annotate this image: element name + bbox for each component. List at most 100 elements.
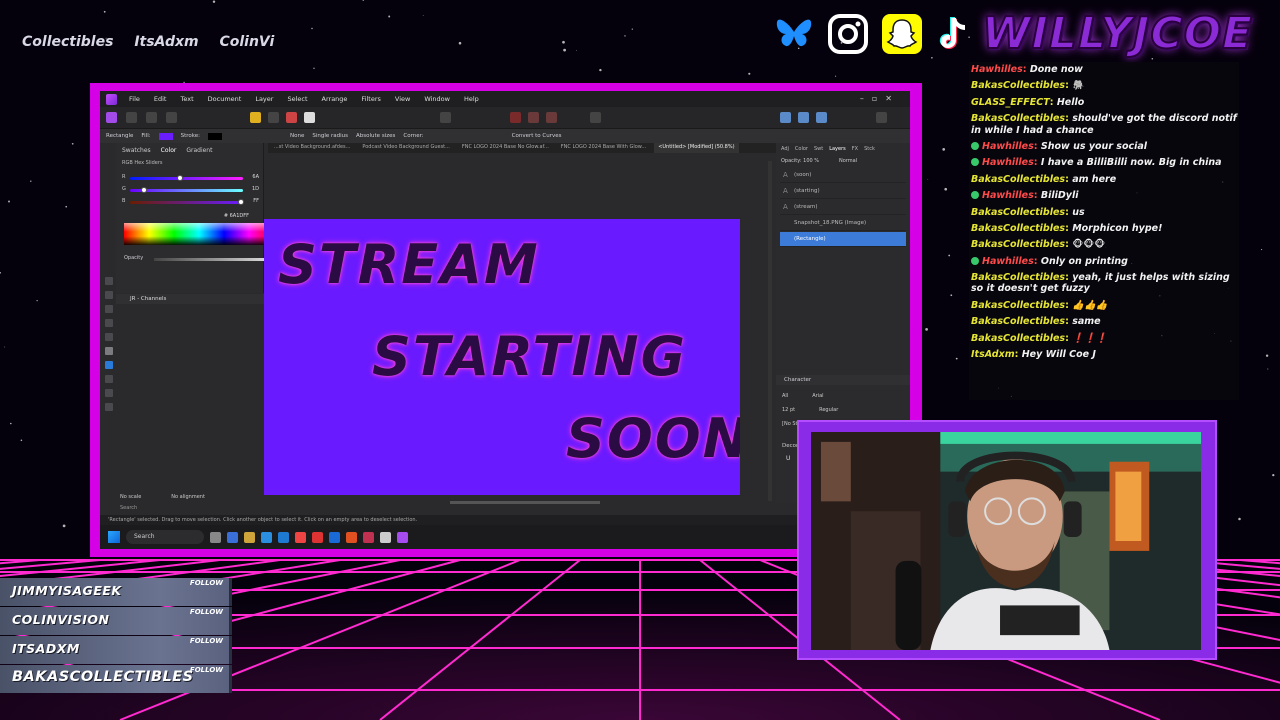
- layer-item[interactable]: A (starting): [780, 184, 906, 199]
- app-icon[interactable]: [329, 531, 340, 543]
- boolean-icon[interactable]: [510, 112, 521, 123]
- menu-select[interactable]: Select: [287, 95, 307, 103]
- canvas-area[interactable]: STREAM STARTING SOON: [264, 153, 764, 503]
- blend-mode-select[interactable]: Normal: [839, 158, 857, 164]
- zoom-tool-icon[interactable]: [105, 403, 113, 411]
- assistant-icon[interactable]: [780, 112, 791, 123]
- font-scope-select[interactable]: All: [782, 393, 788, 399]
- artboard-text-soon[interactable]: SOON: [566, 407, 740, 470]
- subtract-icon[interactable]: [528, 112, 539, 123]
- move-tool-icon[interactable]: [105, 277, 113, 285]
- menu-file[interactable]: File: [129, 95, 140, 103]
- panel-search-input[interactable]: Search: [120, 505, 137, 511]
- tab-layers[interactable]: Layers: [829, 146, 846, 152]
- windows-start-icon[interactable]: [108, 531, 120, 543]
- chrome-icon[interactable]: [295, 531, 306, 543]
- view-icon[interactable]: [798, 112, 809, 123]
- menu-text[interactable]: Text: [180, 95, 193, 103]
- scale-select[interactable]: No scale: [120, 494, 141, 500]
- app-icon[interactable]: [363, 531, 374, 543]
- corner-label[interactable]: Corner:: [403, 133, 423, 139]
- font-weight-select[interactable]: Regular: [819, 407, 838, 413]
- menu-arrange[interactable]: Arrange: [322, 95, 348, 103]
- media-app-icon[interactable]: [312, 531, 323, 543]
- tab-swatches[interactable]: Swatches: [122, 147, 151, 154]
- menu-filters[interactable]: Filters: [361, 95, 380, 103]
- pen-tool-icon[interactable]: [105, 305, 113, 313]
- slider-knob[interactable]: [238, 199, 245, 205]
- layer-opacity[interactable]: Opacity: 100 %: [781, 158, 819, 164]
- rectangle-tool-icon[interactable]: [105, 361, 113, 369]
- pencil-tool-icon[interactable]: [105, 319, 113, 327]
- file-explorer-icon[interactable]: [244, 531, 255, 543]
- red-slider[interactable]: R 6A: [122, 174, 259, 181]
- text-tool-icon[interactable]: [105, 375, 113, 383]
- artboard-text-stream[interactable]: STREAM: [278, 233, 540, 296]
- menu-layer[interactable]: Layer: [255, 95, 273, 103]
- taskbar-search[interactable]: Search: [126, 530, 204, 544]
- tab-adjustments[interactable]: Adj: [781, 146, 789, 152]
- hex-value-field[interactable]: # 6A1DFF: [224, 213, 249, 219]
- doc-tab[interactable]: FNC LOGO 2024 Base No Glow.af...: [458, 143, 553, 153]
- blue-slider[interactable]: B FF: [122, 198, 259, 205]
- stroke-none-label[interactable]: None: [290, 133, 304, 139]
- layer-item-selected[interactable]: (Rectangle): [780, 232, 906, 247]
- tab-gradient[interactable]: Gradient: [186, 147, 212, 154]
- single-radius-checkbox[interactable]: Single radius: [312, 133, 348, 139]
- brush-tool-icon[interactable]: [105, 333, 113, 341]
- tab-fx[interactable]: FX: [852, 146, 858, 152]
- artboard[interactable]: STREAM STARTING SOON: [264, 219, 740, 495]
- layer-item[interactable]: A (stream): [780, 200, 906, 215]
- doc-tab[interactable]: FNC LOGO 2024 Base With Glow...: [557, 143, 650, 153]
- node-tool-icon[interactable]: [105, 291, 113, 299]
- green-slider[interactable]: G 1D: [122, 186, 259, 193]
- task-view-icon[interactable]: [210, 531, 221, 543]
- insert-icon[interactable]: [590, 112, 601, 123]
- menu-document[interactable]: Document: [208, 95, 242, 103]
- menu-window[interactable]: Window: [424, 95, 450, 103]
- doc-tab[interactable]: Podcast Video Background Guest...: [358, 143, 454, 153]
- snap-icon[interactable]: [816, 112, 827, 123]
- store-icon[interactable]: [261, 531, 272, 543]
- menu-help[interactable]: Help: [464, 95, 479, 103]
- persona-pixel-icon[interactable]: [126, 112, 137, 123]
- stroke-swatch[interactable]: [208, 132, 222, 140]
- slider-knob[interactable]: [141, 187, 148, 193]
- tab-color[interactable]: Color: [795, 146, 808, 152]
- character-panel-header[interactable]: Character: [776, 375, 910, 385]
- doc-tab-active[interactable]: <Untitled> [Modified] (50.8%): [654, 143, 739, 153]
- fill-tool-icon[interactable]: [105, 347, 113, 355]
- share-icon[interactable]: [166, 112, 177, 123]
- color-icon[interactable]: [286, 112, 297, 123]
- eyedropper-tool-icon[interactable]: [105, 389, 113, 397]
- menu-edit[interactable]: Edit: [154, 95, 167, 103]
- horizontal-scrollbar[interactable]: [450, 501, 600, 504]
- intersect-icon[interactable]: [546, 112, 557, 123]
- doc-tab[interactable]: ...st Video Background.afdes...: [270, 143, 354, 153]
- snapping-icon[interactable]: [250, 112, 261, 123]
- persona-designer-icon[interactable]: [106, 112, 117, 123]
- persona-export-icon[interactable]: [146, 112, 157, 123]
- tab-swatches[interactable]: Swt: [814, 146, 823, 152]
- tab-stock[interactable]: Stck: [864, 146, 875, 152]
- color-spectrum[interactable]: [124, 223, 274, 245]
- firefox-icon[interactable]: [346, 531, 357, 543]
- convert-to-curves-button[interactable]: Convert to Curves: [512, 133, 562, 139]
- layer-item[interactable]: Snapshot_18.PNG (Image): [780, 216, 906, 231]
- opacity-slider[interactable]: [154, 258, 269, 261]
- alignment-select[interactable]: No alignment: [171, 494, 205, 500]
- contrast-icon[interactable]: [268, 112, 279, 123]
- color-mode-select[interactable]: RGB Hex Sliders: [116, 158, 263, 168]
- slider-knob[interactable]: [177, 175, 184, 181]
- tab-color[interactable]: Color: [161, 147, 177, 154]
- absolute-sizes-checkbox[interactable]: Absolute sizes: [356, 133, 395, 139]
- window-controls[interactable]: –▫✕: [860, 94, 900, 103]
- app-icon[interactable]: [380, 531, 391, 543]
- font-size-select[interactable]: 12 pt: [782, 407, 795, 413]
- settings-icon[interactable]: [876, 112, 887, 123]
- channels-panel-header[interactable]: JR - Channels: [116, 294, 264, 304]
- font-family-select[interactable]: Arial: [812, 393, 823, 399]
- fill-swatch[interactable]: [158, 132, 173, 140]
- menu-view[interactable]: View: [395, 95, 410, 103]
- chat-app-icon[interactable]: [227, 531, 238, 543]
